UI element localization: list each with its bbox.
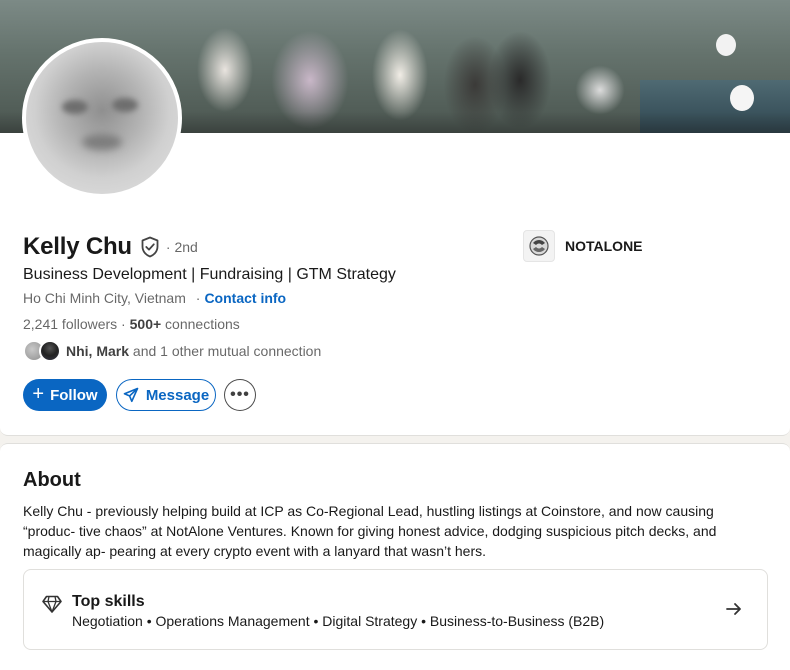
profile-name: Kelly Chu (23, 233, 132, 260)
profile-actions: + Follow Message ••• (23, 379, 256, 411)
mutual-connections[interactable]: Nhi, Mark and 1 other mutual connection (23, 340, 321, 362)
company-name: NOTALONE (565, 238, 643, 254)
location-row: Ho Chi Minh City, Vietnam · Contact info (23, 290, 286, 306)
top-skills-list: Negotiation • Operations Management • Di… (72, 613, 605, 629)
name-row: Kelly Chu · 2nd (23, 232, 198, 262)
top-skills-title: Top skills (72, 593, 145, 610)
network-stats: 2,241 followers · 500+ connections (23, 316, 240, 332)
profile-location: Ho Chi Minh City, Vietnam (23, 290, 186, 306)
mutual-text[interactable]: Nhi, Mark and 1 other mutual connection (66, 343, 321, 359)
mutual-rest: and 1 other mutual connection (129, 343, 322, 359)
message-button[interactable]: Message (116, 379, 216, 411)
diamond-icon (41, 593, 63, 615)
connection-degree: · 2nd (165, 239, 198, 255)
message-label: Message (145, 386, 210, 404)
connections-label: connections (161, 316, 240, 332)
avatar-blur (82, 134, 122, 150)
more-icon: ••• (230, 386, 250, 403)
avatar-blur (62, 100, 88, 114)
about-section: About Kelly Chu - previously helping bui… (0, 443, 790, 670)
connections-count[interactable]: 500+ (130, 316, 162, 332)
arrow-right-icon[interactable] (725, 600, 743, 618)
avatar-blur (112, 98, 138, 112)
more-actions-button[interactable]: ••• (224, 379, 256, 411)
contact-info-separator: · (195, 290, 201, 306)
contact-info-label[interactable]: Contact info (204, 290, 286, 306)
about-text: Kelly Chu - previously helping build at … (23, 503, 717, 559)
profile-avatar[interactable] (22, 38, 182, 198)
about-title: About (23, 469, 81, 491)
verified-shield-icon[interactable] (140, 236, 160, 258)
plus-icon: + (32, 383, 45, 405)
mutual-avatar (39, 340, 61, 362)
followers-count[interactable]: 2,241 followers (23, 316, 117, 332)
mutual-names: Nhi, Mark (66, 343, 130, 359)
stats-separator: · (117, 316, 130, 332)
contact-info-link[interactable]: · Contact info (196, 290, 286, 306)
send-icon (123, 387, 139, 403)
follow-button[interactable]: + Follow (23, 379, 107, 411)
cover-balloon (716, 34, 736, 56)
profile-card: Kelly Chu · 2nd Business Development | F… (0, 0, 790, 436)
profile-headline: Business Development | Fundraising | GTM… (23, 266, 396, 283)
follow-label: Follow (50, 386, 98, 404)
current-company[interactable]: NOTALONE (523, 230, 643, 262)
top-skills-card[interactable]: Top skills Negotiation • Operations Mana… (23, 569, 768, 650)
company-logo-icon (523, 230, 555, 262)
cover-balloon (730, 85, 754, 111)
